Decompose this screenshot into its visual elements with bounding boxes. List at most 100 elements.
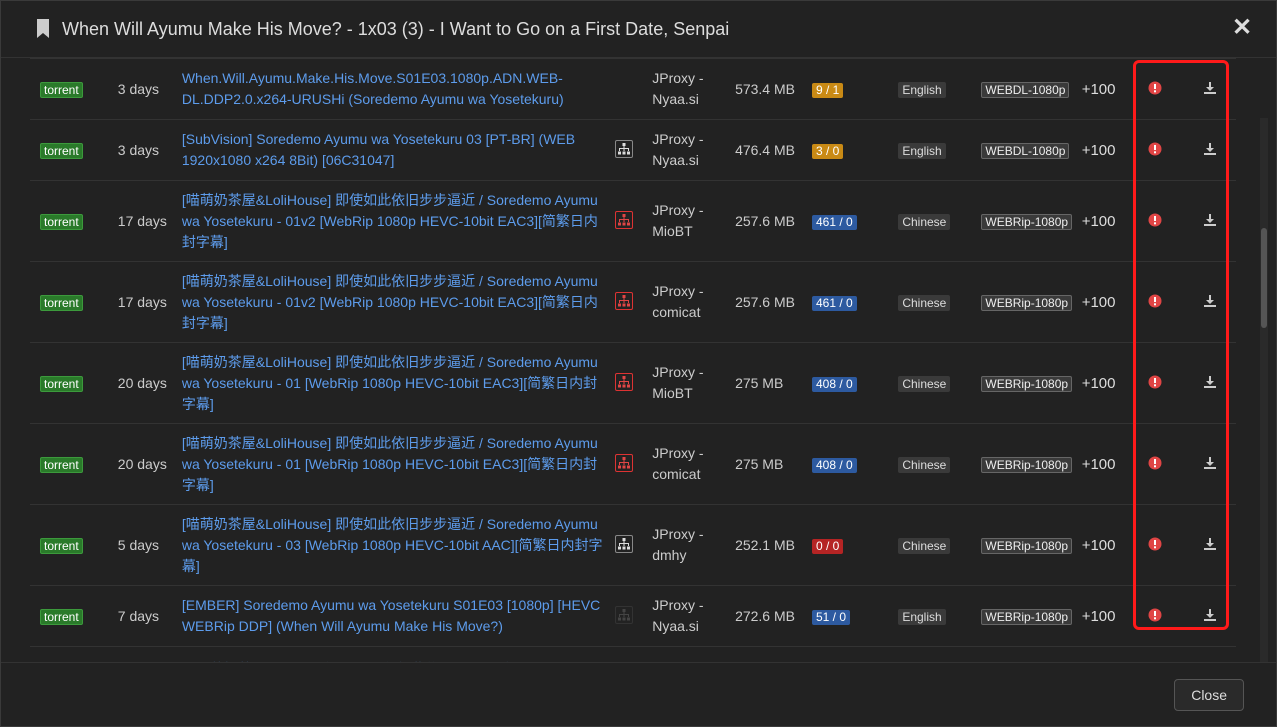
custom-format-score: +100	[1081, 585, 1127, 647]
release-row: torrent 20 days [喵萌奶茶屋&LoliHouse] 即使如此依旧步步…	[30, 423, 1236, 505]
releases-table: torrent 3 days When.Will.Ayumu.Make.His.Mo…	[30, 58, 1236, 664]
release-indexer: JProxy - comicat	[644, 261, 736, 343]
release-age: 3 days	[117, 58, 182, 120]
protocol-badge: torrent	[40, 608, 83, 625]
protocol-badge: torrent	[40, 375, 83, 392]
release-row: torrent 17 days [喵萌奶茶屋&LoliHouse] 即使如此依旧步步…	[30, 261, 1236, 343]
release-tree-icon[interactable]	[614, 210, 633, 229]
release-indexer: JProxy - dmhy	[644, 504, 736, 586]
close-icon[interactable]: ✕	[1230, 16, 1254, 40]
release-age: 17 days	[117, 180, 182, 262]
peers-badge: 461 / 0	[811, 295, 857, 311]
release-age: 3 days	[117, 119, 182, 181]
modal-footer: Close	[1, 662, 1276, 726]
release-age: 20 days	[117, 342, 182, 424]
download-icon[interactable]	[1203, 537, 1217, 551]
rejection-info-icon[interactable]	[1148, 456, 1162, 470]
custom-format-score: +100	[1081, 342, 1127, 424]
custom-format-score: +100	[1081, 261, 1127, 343]
download-icon[interactable]	[1203, 456, 1217, 470]
release-indexer: JProxy - Nyaa.si	[644, 58, 736, 120]
download-icon[interactable]	[1203, 142, 1217, 156]
release-row: torrent 5 days [喵萌奶茶屋&LoliHouse] 即使如此依旧步步逼…	[30, 504, 1236, 586]
release-size: 275 MB	[735, 423, 812, 505]
release-size: 257.6 MB	[735, 180, 812, 262]
rejection-info-icon[interactable]	[1148, 608, 1162, 622]
custom-format-score: +100	[1081, 58, 1127, 120]
rejection-info-icon[interactable]	[1148, 375, 1162, 389]
download-icon[interactable]	[1203, 375, 1217, 389]
rejection-info-icon[interactable]	[1148, 81, 1162, 95]
bookmark-icon[interactable]	[36, 19, 50, 39]
release-title-link[interactable]: [喵萌奶茶屋&LoliHouse] 即使如此依旧步步逼近 / Soredemo …	[182, 352, 609, 415]
protocol-badge: torrent	[40, 81, 83, 98]
release-row: torrent 20 days [喵萌奶茶屋&LoliHouse] 即使如此依旧步步…	[30, 342, 1236, 424]
peers-badge: 408 / 0	[811, 457, 857, 473]
protocol-badge: torrent	[40, 456, 83, 473]
release-tree-icon[interactable]	[614, 453, 633, 472]
release-indexer: JProxy - Nyaa.si	[644, 585, 736, 647]
quality-badge: WEBDL-1080p	[981, 142, 1070, 159]
modal-title: When Will Ayumu Make His Move? - 1x03 (3…	[62, 18, 730, 39]
modal-header: When Will Ayumu Make His Move? - 1x03 (3…	[1, 1, 1276, 58]
close-button[interactable]: Close	[1174, 679, 1244, 711]
release-row: torrent 3 days When.Will.Ayumu.Make.His.Mo…	[30, 58, 1236, 120]
quality-badge: WEBRip-1080p	[981, 375, 1073, 392]
download-icon[interactable]	[1203, 294, 1217, 308]
quality-badge: WEBRip-1080p	[981, 213, 1073, 230]
release-title-link[interactable]: When.Will.Ayumu.Make.His.Move.S01E03.108…	[182, 68, 609, 110]
language-badge: English	[898, 142, 946, 159]
download-icon[interactable]	[1203, 608, 1217, 622]
release-title-link[interactable]: [喵萌奶茶屋&LoliHouse] 即使如此依旧步步逼近 / Soredemo …	[182, 514, 609, 577]
scrollbar-thumb[interactable]	[1261, 228, 1267, 328]
release-size: 476.4 MB	[735, 119, 812, 181]
release-title-link[interactable]: [喵萌奶茶屋&LoliHouse] 即使如此依旧步步逼近 / Soredemo …	[182, 190, 609, 253]
peers-badge: 51 / 0	[811, 609, 851, 625]
protocol-badge: torrent	[40, 294, 83, 311]
rejection-info-icon[interactable]	[1148, 294, 1162, 308]
release-age: 7 days	[117, 585, 182, 647]
language-badge: Chinese	[898, 456, 951, 473]
release-indexer: JProxy - MioBT	[644, 342, 736, 424]
quality-badge: WEBDL-1080p	[981, 81, 1070, 98]
release-title-link[interactable]: [EMBER] Soredemo Ayumu wa Yosetekuru S01…	[182, 595, 609, 637]
release-age: 5 days	[117, 504, 182, 586]
release-size: 275 MB	[735, 342, 812, 424]
release-tree-icon[interactable]	[614, 291, 633, 310]
release-modal: When Will Ayumu Make His Move? - 1x03 (3…	[0, 0, 1277, 727]
quality-badge: WEBRip-1080p	[981, 294, 1073, 311]
custom-format-score: +100	[1081, 504, 1127, 586]
release-tree-icon[interactable]	[614, 139, 633, 158]
download-icon[interactable]	[1203, 81, 1217, 95]
peers-badge: 408 / 0	[811, 376, 857, 392]
release-row: torrent 17 days [喵萌奶茶屋&LoliHouse] 即使如此依旧步步…	[30, 180, 1236, 262]
rejection-info-icon[interactable]	[1148, 142, 1162, 156]
peers-badge: 9 / 1	[811, 82, 844, 98]
rejection-info-icon[interactable]	[1148, 213, 1162, 227]
download-icon[interactable]	[1203, 213, 1217, 227]
release-age: 17 days	[117, 261, 182, 343]
rejection-info-icon[interactable]	[1148, 537, 1162, 551]
language-badge: Chinese	[898, 294, 951, 311]
release-indexer: JProxy - MioBT	[644, 180, 736, 262]
protocol-badge: torrent	[40, 142, 83, 159]
scrollbar[interactable]	[1260, 118, 1268, 664]
quality-badge: WEBRip-1080p	[981, 456, 1073, 473]
release-tree-icon[interactable]	[614, 605, 633, 624]
release-tree-icon[interactable]	[614, 534, 633, 553]
protocol-badge: torrent	[40, 213, 83, 230]
protocol-badge: torrent	[40, 537, 83, 554]
release-indexer: JProxy - comicat	[644, 423, 736, 505]
peers-badge: 3 / 0	[811, 143, 844, 159]
release-row: torrent 7 days [EMBER] Soredemo Ayumu wa Y…	[30, 585, 1236, 647]
quality-badge: WEBRip-1080p	[981, 537, 1073, 554]
release-title-link[interactable]: [喵萌奶茶屋&LoliHouse] 即使如此依旧步步逼近 / Soredemo …	[182, 433, 609, 496]
release-title-link[interactable]: [喵萌奶茶屋&LoliHouse] 即使如此依旧步步逼近 / Soredemo …	[182, 271, 609, 334]
language-badge: English	[898, 81, 946, 98]
release-size: 257.6 MB	[735, 261, 812, 343]
release-tree-icon[interactable]	[614, 372, 633, 391]
language-badge: Chinese	[898, 537, 951, 554]
peers-badge: 461 / 0	[811, 214, 857, 230]
release-title-link[interactable]: [SubVision] Soredemo Ayumu wa Yosetekuru…	[182, 129, 609, 171]
quality-badge: WEBRip-1080p	[981, 608, 1073, 625]
